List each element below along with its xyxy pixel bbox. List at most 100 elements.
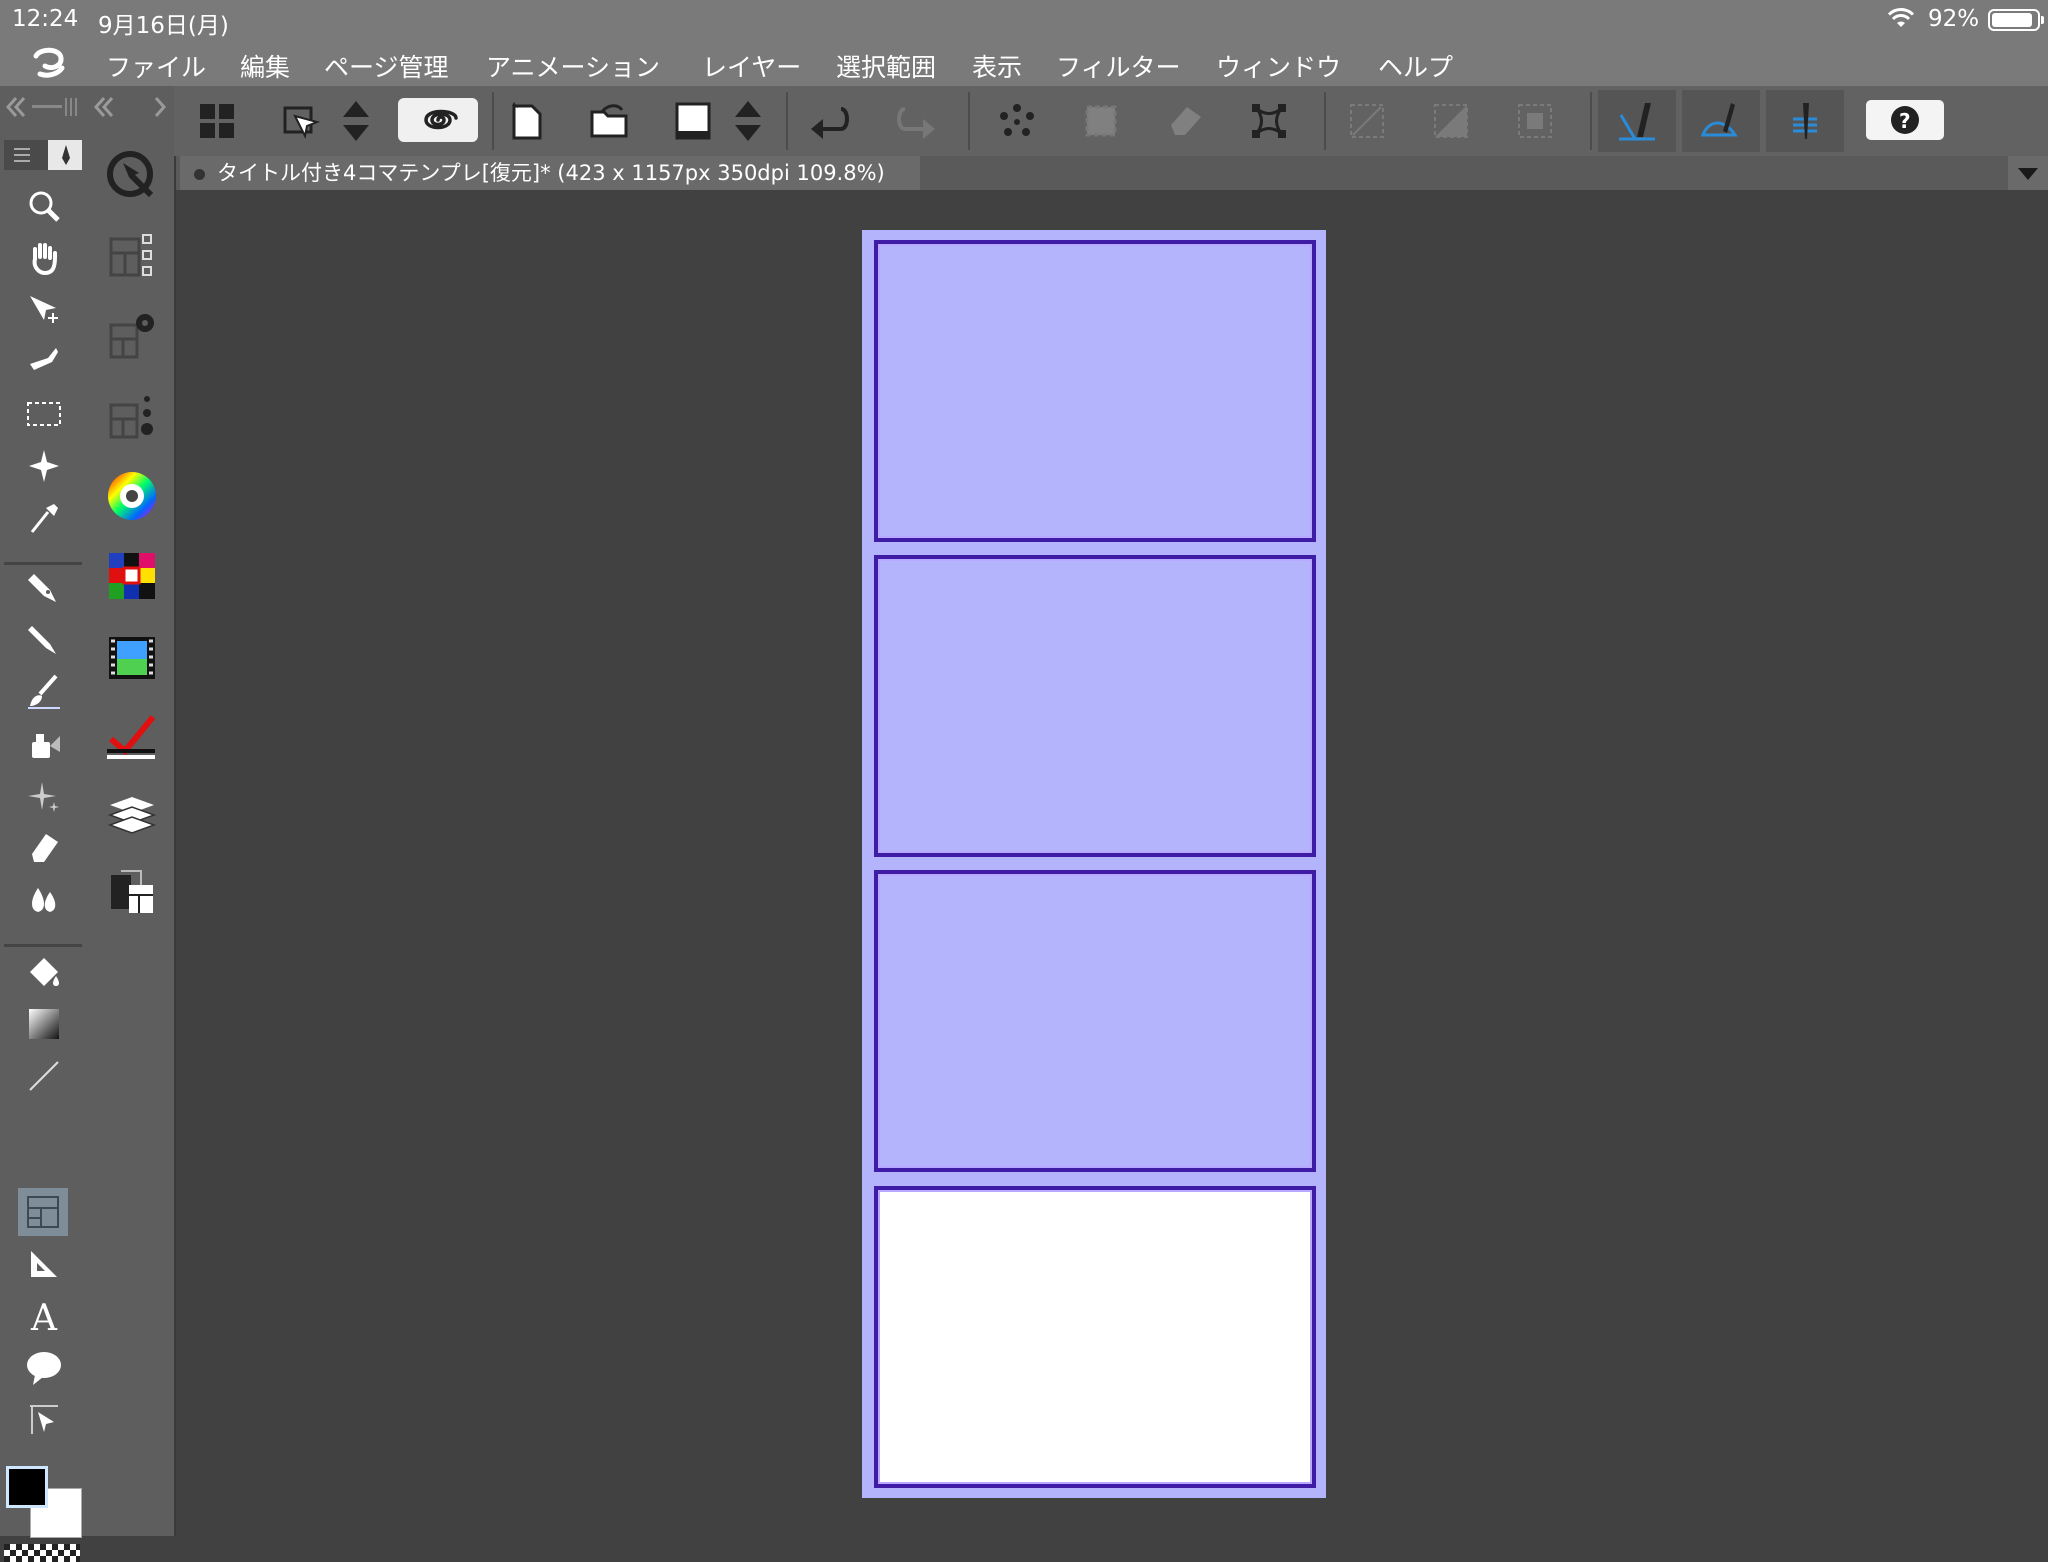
timeline-icon[interactable]	[104, 630, 160, 686]
menu-file[interactable]: ファイル	[106, 48, 206, 84]
menu-page[interactable]: ページ管理	[324, 48, 449, 84]
material-icon[interactable]	[104, 866, 160, 922]
comic-panel-1[interactable]	[874, 240, 1316, 542]
main-color-swatch[interactable]	[6, 1466, 48, 1508]
list-icon	[14, 148, 30, 162]
menu-layer[interactable]: レイヤー	[702, 48, 801, 84]
gradient-icon[interactable]	[20, 1002, 68, 1046]
document-tab[interactable]: タイトル付き4コマテンプレ[復元]* (423 x 1157px 350dpi …	[180, 156, 920, 190]
status-time: 12:24	[12, 6, 79, 32]
save-icon[interactable]	[666, 96, 720, 146]
ruler-icon[interactable]	[20, 1242, 68, 1286]
menu-view[interactable]: 表示	[972, 48, 1022, 84]
correct-line-icon[interactable]	[20, 1398, 68, 1442]
panel-collapse-icon[interactable]	[2, 94, 82, 120]
tool-tab-strip[interactable]	[4, 140, 82, 170]
command-bar: ?	[174, 86, 2048, 156]
fill-bucket-icon[interactable]	[20, 950, 68, 994]
tab-menu-button[interactable]	[2008, 156, 2048, 190]
menu-bar: ファイル 編集 ページ管理 アニメーション レイヤー 選択範囲 表示 フィルター…	[0, 40, 2048, 86]
ruler-snap-2-icon[interactable]	[1682, 90, 1760, 152]
toolbar-divider	[968, 92, 970, 150]
eraser-icon[interactable]	[20, 826, 68, 870]
tab-dot-icon	[194, 168, 205, 180]
menu-animation[interactable]: アニメーション	[486, 48, 660, 84]
transparent-color-swatch[interactable]	[4, 1544, 80, 1562]
status-date: 9月16日(月)	[98, 13, 229, 39]
blend-icon[interactable]	[20, 878, 68, 922]
pencil-icon[interactable]	[20, 618, 68, 662]
updown-icon[interactable]	[728, 96, 768, 146]
frame-icon[interactable]	[18, 1188, 68, 1236]
brush-size-icon[interactable]	[104, 388, 160, 444]
sparkle-icon[interactable]	[20, 774, 68, 818]
color-wheel-icon[interactable]	[104, 468, 160, 524]
navigator-icon[interactable]	[104, 148, 160, 204]
erase-icon[interactable]	[1158, 96, 1212, 146]
balloon-icon[interactable]	[20, 1346, 68, 1390]
tool-panel: A	[0, 86, 87, 1562]
eyedropper-icon[interactable]	[20, 496, 68, 540]
menu-selection[interactable]: 選択範囲	[836, 48, 936, 84]
status-bar: 12:24 9月16日(月) 92%	[0, 0, 2048, 40]
toolbar-divider	[786, 92, 788, 150]
disabled-2-icon[interactable]	[1424, 96, 1478, 146]
wifi-icon	[1887, 8, 1915, 27]
menu-edit[interactable]: 編集	[240, 48, 290, 84]
tool-tab-active[interactable]	[48, 140, 82, 170]
document-tab-bar: タイトル付き4コマテンプレ[復元]* (423 x 1157px 350dpi …	[176, 156, 2048, 190]
redo-icon[interactable]	[888, 96, 942, 146]
palette-panel	[86, 86, 176, 1536]
check-icon[interactable]	[104, 708, 160, 764]
spiral-icon[interactable]	[398, 98, 478, 142]
tool-group-divider	[4, 562, 82, 565]
new-file-icon[interactable]	[500, 96, 554, 146]
menu-filter[interactable]: フィルター	[1056, 48, 1181, 84]
clear-selection-icon[interactable]	[1074, 96, 1128, 146]
brush-icon[interactable]	[20, 670, 68, 714]
dots-icon[interactable]	[990, 96, 1044, 146]
disabled-1-icon[interactable]	[1340, 96, 1394, 146]
rect-select-icon[interactable]	[20, 392, 68, 436]
disabled-3-icon[interactable]	[1508, 96, 1562, 146]
ruler-snap-1-icon[interactable]	[1598, 90, 1676, 152]
layer-icon[interactable]	[104, 788, 160, 844]
comic-panel-2[interactable]	[874, 555, 1316, 857]
comic-page[interactable]	[862, 230, 1326, 1498]
comic-panel-3[interactable]	[874, 870, 1316, 1172]
panel-expand-icon[interactable]	[90, 94, 170, 120]
battery-percent: 92%	[1928, 6, 1980, 32]
tool-group-divider	[4, 944, 82, 947]
svg-text:?: ?	[1899, 109, 1911, 133]
magic-wand-icon[interactable]	[20, 444, 68, 488]
airbrush-icon[interactable]	[20, 722, 68, 766]
hand-icon[interactable]	[20, 236, 68, 280]
open-folder-icon[interactable]	[582, 96, 636, 146]
undo-icon[interactable]	[804, 96, 858, 146]
sub-tool-panel-icon[interactable]	[104, 228, 160, 284]
transform-handles-icon[interactable]	[1242, 96, 1296, 146]
battery-icon	[1988, 9, 2044, 31]
color-set-icon[interactable]	[104, 548, 160, 604]
transform-icon[interactable]	[274, 96, 328, 146]
layout-grid-icon[interactable]	[190, 96, 244, 146]
tool-property-icon[interactable]	[104, 308, 160, 364]
help-icon[interactable]: ?	[1866, 100, 1944, 140]
ruler-snap-3-icon[interactable]	[1766, 90, 1844, 152]
line-icon[interactable]	[20, 1054, 68, 1098]
document-tab-title: タイトル付き4コマテンプレ[復元]* (423 x 1157px 350dpi …	[217, 161, 885, 185]
move-icon[interactable]	[20, 288, 68, 332]
comic-panel-4[interactable]	[874, 1186, 1316, 1488]
toolbar-divider	[1590, 92, 1592, 150]
text-icon[interactable]: A	[20, 1294, 68, 1338]
menu-window[interactable]: ウィンドウ	[1216, 48, 1341, 84]
toolbar-divider	[492, 92, 494, 150]
menu-help[interactable]: ヘルプ	[1378, 48, 1453, 84]
toolbar-divider	[1324, 92, 1326, 150]
pen-icon[interactable]	[20, 566, 68, 610]
chevron-down-icon	[2018, 168, 2038, 180]
operation-icon[interactable]	[20, 340, 68, 384]
app-logo-icon[interactable]	[30, 46, 68, 80]
zoom-icon[interactable]	[20, 184, 68, 228]
updown-icon[interactable]	[336, 96, 376, 146]
